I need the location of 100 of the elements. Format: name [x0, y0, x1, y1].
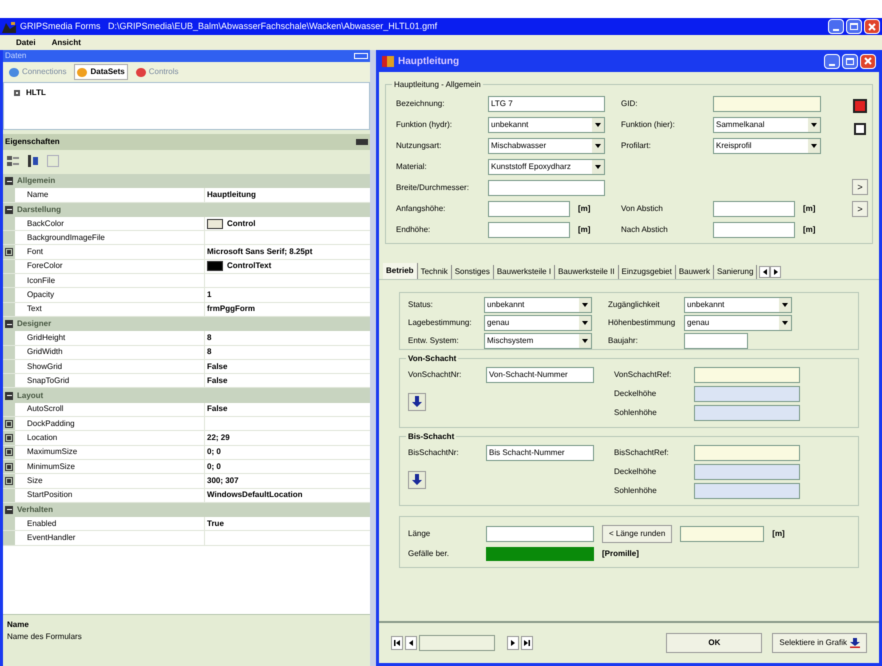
expand-icon[interactable]	[5, 434, 13, 442]
field-label: GID:	[621, 98, 638, 110]
sort-icon[interactable]	[27, 155, 39, 167]
dropdown[interactable]: Mischabwasser	[488, 138, 605, 154]
property-value: Microsoft Sans Serif; 8.25pt	[207, 246, 312, 258]
collapse-icon[interactable]	[5, 506, 13, 514]
pick-button[interactable]	[408, 393, 426, 411]
dropdown[interactable]: Kreisprofil	[713, 138, 821, 154]
property-value: Hauptleitung	[207, 188, 256, 201]
tab[interactable]: Bauwerk	[676, 265, 714, 279]
menu-item[interactable]: Ansicht	[52, 36, 81, 48]
property-name: Size	[27, 474, 43, 487]
description-title: Name	[7, 619, 30, 631]
dropdown[interactable]: Mischsystem	[484, 333, 592, 349]
tree-item[interactable]: HLTL	[26, 87, 46, 99]
row-gutter	[3, 531, 15, 545]
category-label: Allgemein	[17, 175, 56, 188]
dropdown[interactable]: genau	[484, 315, 592, 331]
left-arrow-icon	[762, 269, 767, 275]
first-button[interactable]	[391, 636, 403, 650]
field-label: Lagebestimmung:	[408, 317, 473, 329]
scroll-left-button[interactable]	[759, 266, 770, 278]
dropdown[interactable]: Kunststoff Epoxydharz	[488, 159, 605, 175]
arrow-down-icon	[412, 396, 422, 408]
dropdown[interactable]: unbekannt	[484, 297, 592, 313]
collapse-icon[interactable]	[5, 392, 13, 400]
input-field[interactable]	[488, 201, 570, 217]
input-field[interactable]	[713, 222, 795, 238]
unit-label: [Promille]	[602, 548, 639, 560]
minimize-button[interactable]	[828, 19, 844, 34]
expand-icon[interactable]	[5, 476, 13, 485]
select-in-graphic-button[interactable]: Selektiere in Grafik	[772, 633, 867, 653]
tab[interactable]: Technik	[418, 265, 452, 279]
expand-icon[interactable]	[5, 248, 13, 256]
dropdown[interactable]: unbekannt	[488, 117, 605, 133]
input-field[interactable]: Bis Schacht-Nummer	[486, 445, 594, 461]
tab[interactable]: Betrieb	[383, 263, 418, 279]
app-icon	[2, 20, 16, 32]
expand-icon[interactable]	[5, 462, 13, 471]
input-field[interactable]	[680, 526, 764, 542]
next-button[interactable]: >	[852, 179, 868, 195]
property-name: ShowGrid	[27, 360, 62, 372]
input-field[interactable]	[694, 367, 800, 383]
property-value: 8	[207, 332, 212, 344]
tab[interactable]: Sanierung	[714, 265, 758, 279]
next-button[interactable]: >	[852, 201, 868, 217]
collapse-icon[interactable]	[5, 177, 13, 186]
dropdown[interactable]: Sammelkanal	[713, 117, 821, 133]
input-field[interactable]	[684, 333, 748, 349]
pin-icon[interactable]	[354, 53, 368, 59]
expand-icon[interactable]	[5, 420, 13, 428]
tab[interactable]: Sonstiges	[452, 265, 494, 279]
previous-button[interactable]	[405, 636, 417, 650]
tab[interactable]: Bauwerksteile I	[494, 265, 556, 279]
first-icon	[394, 640, 400, 646]
categorized-icon[interactable]	[7, 155, 19, 167]
input-field[interactable]	[488, 222, 570, 238]
minimize-button[interactable]	[824, 54, 840, 68]
tab[interactable]: Bauwerksteile II	[555, 265, 619, 279]
group-title: Hauptleitung - Allgemein	[392, 79, 483, 91]
close-button[interactable]	[864, 19, 880, 34]
delete-icon[interactable]	[853, 99, 867, 113]
close-button[interactable]	[860, 54, 876, 68]
input-field[interactable]	[713, 96, 821, 112]
input-field[interactable]	[694, 445, 800, 461]
caret-icon	[595, 123, 601, 127]
expand-icon[interactable]	[5, 448, 13, 456]
last-icon	[524, 640, 530, 646]
input-field[interactable]	[713, 201, 795, 217]
input-field[interactable]	[486, 526, 594, 542]
scroll-right-button[interactable]	[770, 266, 782, 278]
input-field[interactable]	[694, 483, 800, 499]
round-length-button[interactable]: < Länge runden	[602, 525, 672, 543]
dialog-title: Hauptleitung	[398, 54, 460, 68]
input-field[interactable]	[694, 386, 800, 402]
collapse-icon[interactable]	[5, 320, 13, 328]
dropdown[interactable]: genau	[684, 315, 792, 331]
collapse-icon[interactable]	[5, 206, 13, 214]
dropdown[interactable]: unbekannt	[684, 297, 792, 313]
ok-button[interactable]: OK	[666, 633, 762, 653]
maximize-button[interactable]	[842, 54, 858, 68]
menu-item[interactable]: Datei	[16, 36, 36, 48]
pick-button[interactable]	[408, 471, 426, 489]
field-label: BisSchachtRef:	[614, 447, 670, 459]
last-button[interactable]	[521, 636, 533, 650]
input-field[interactable]	[694, 405, 800, 421]
caret-icon	[582, 303, 588, 307]
tab[interactable]: DataSets	[74, 64, 128, 80]
expand-icon[interactable]	[14, 90, 20, 96]
new-icon[interactable]	[854, 123, 866, 135]
tab[interactable]: Einzugsgebiet	[618, 265, 676, 279]
field-label: Von Abstich	[621, 203, 664, 215]
maximize-button[interactable]	[846, 19, 862, 34]
input-field[interactable]: Von-Schacht-Nummer	[486, 367, 594, 383]
next-button[interactable]	[507, 636, 519, 650]
previous-icon	[409, 640, 413, 646]
input-field[interactable]	[694, 464, 800, 480]
record-field[interactable]	[419, 635, 495, 651]
input-field[interactable]: LTG 7	[488, 96, 605, 112]
input-field[interactable]	[488, 180, 605, 196]
